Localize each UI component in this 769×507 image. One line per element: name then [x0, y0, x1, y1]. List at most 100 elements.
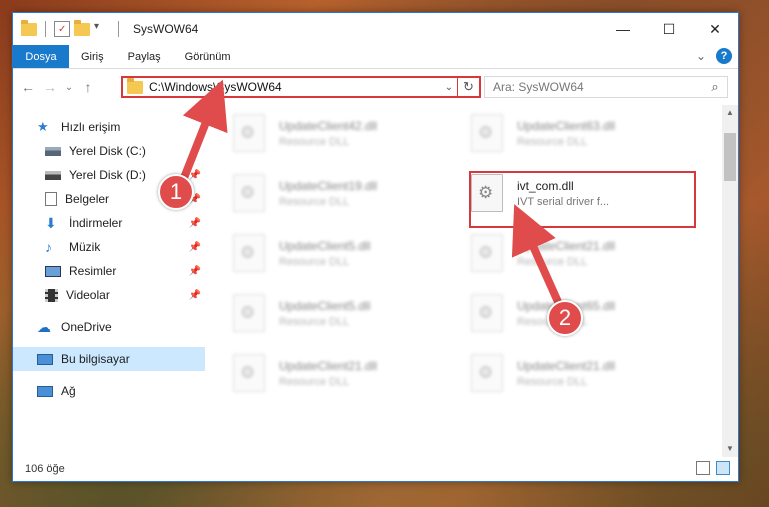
status-bar: 106 öğe [13, 457, 738, 481]
dll-file-icon [471, 354, 503, 392]
sidebar-item-network[interactable]: Ağ [13, 379, 205, 403]
step-badge-1: 1 [158, 174, 194, 210]
sidebar-item-label: Resimler [69, 264, 117, 278]
search-input[interactable]: Ara: SysWOW64 [493, 80, 703, 94]
sidebar-item-music[interactable]: ♪ Müzik 📌 [13, 235, 205, 259]
file-name: UpdateClient5.dll [279, 238, 371, 253]
file-item[interactable]: UpdateClient21.dll Resource DLL [471, 229, 701, 277]
divider [45, 21, 46, 37]
sidebar-item-quick-access[interactable]: ★ Hızlı erişim [13, 115, 205, 139]
scroll-down-icon[interactable]: ▼ [722, 441, 738, 457]
sidebar-item-label: OneDrive [61, 320, 112, 334]
address-dropdown-button[interactable]: ⌄ [441, 82, 457, 93]
pin-icon[interactable]: 📌 [189, 218, 201, 229]
dll-file-icon [471, 234, 503, 272]
download-icon: ⬇ [45, 215, 57, 231]
sidebar-item-onedrive[interactable]: ☁ OneDrive [13, 315, 205, 339]
pin-icon[interactable]: 📌 [189, 290, 201, 301]
ribbon-tabs: Dosya Giriş Paylaş Görünüm ⌄ ? [13, 45, 738, 69]
search-icon[interactable]: ⌕ [703, 79, 727, 95]
file-item[interactable]: UpdateClient19.dll Resource DLL [233, 169, 463, 217]
file-description: Resource DLL [279, 375, 350, 388]
sidebar-item-disk-c[interactable]: Yerel Disk (C:) [13, 139, 205, 163]
divider [118, 21, 119, 37]
details-view-icon[interactable] [696, 461, 710, 475]
back-button[interactable]: ← [17, 79, 39, 95]
expand-ribbon-icon[interactable]: ⌄ [696, 49, 706, 63]
view-toggles [696, 461, 730, 475]
file-description: Resource DLL [279, 195, 350, 208]
file-description: Resource DLL [517, 255, 588, 268]
file-description: Resource DLL [517, 375, 588, 388]
file-name: UpdateClient21.dll [279, 358, 378, 373]
drive-icon [45, 146, 61, 156]
network-icon [37, 385, 53, 397]
tab-view[interactable]: Görünüm [173, 45, 243, 68]
sidebar-item-downloads[interactable]: ⬇ İndirmeler 📌 [13, 211, 205, 235]
file-name: UpdateClient63.dll [517, 118, 616, 133]
explorer-body: ★ Hızlı erişim Yerel Disk (C:) Yerel Dis… [13, 105, 738, 457]
tab-file[interactable]: Dosya [13, 45, 69, 68]
target-file-highlight [469, 171, 696, 228]
step-badge-2: 2 [547, 300, 583, 336]
file-description: Resource DLL [517, 135, 588, 148]
forward-button[interactable]: → [39, 79, 61, 95]
file-description: Resource DLL [279, 315, 350, 328]
vertical-scrollbar[interactable]: ▲ ▼ [722, 105, 738, 457]
scroll-up-icon[interactable]: ▲ [722, 105, 738, 121]
folder-icon [21, 19, 37, 36]
cloud-icon: ☁ [37, 319, 51, 335]
address-path[interactable]: C:\Windows\SysWOW64 [149, 80, 441, 94]
properties-icon[interactable]: ✓ [54, 21, 70, 37]
window-controls: — ☐ ✕ [600, 13, 738, 45]
file-item[interactable]: UpdateClient21.dll Resource DLL [233, 349, 463, 397]
item-count: 106 öğe [25, 463, 65, 475]
refresh-button[interactable]: ↻ [457, 78, 479, 96]
star-icon: ★ [37, 119, 49, 134]
pictures-icon [45, 265, 61, 277]
file-item[interactable]: UpdateClient5.dll Resource DLL [233, 229, 463, 277]
file-description: Resource DLL [279, 135, 350, 148]
file-name: UpdateClient5.dll [279, 298, 371, 313]
dll-file-icon [233, 234, 265, 272]
address-row: ← → ⌄ ↑ C:\Windows\SysWOW64 ⌄ ↻ Ara: Sys… [13, 69, 738, 105]
tab-share[interactable]: Paylaş [116, 45, 173, 68]
recent-locations-button[interactable]: ⌄ [61, 82, 77, 93]
dll-file-icon [471, 114, 503, 152]
up-button[interactable]: ↑ [77, 79, 99, 95]
scroll-thumb[interactable] [724, 133, 736, 181]
sidebar-item-label: Belgeler [65, 192, 110, 206]
large-icons-view-icon[interactable] [716, 461, 730, 475]
sidebar-item-label: Videolar [66, 288, 110, 302]
folder-icon [127, 77, 143, 94]
title-bar: ✓ ▾ SysWOW64 — ☐ ✕ [13, 13, 738, 45]
file-item[interactable]: UpdateClient63.dll Resource DLL [471, 109, 701, 157]
file-item[interactable]: UpdateClient21.dll Resource DLL [471, 349, 701, 397]
computer-icon [37, 353, 53, 365]
sidebar-item-pictures[interactable]: Resimler 📌 [13, 259, 205, 283]
video-icon [45, 288, 58, 302]
pin-icon[interactable]: 📌 [189, 242, 201, 253]
maximize-button[interactable]: ☐ [646, 13, 692, 45]
search-box[interactable]: Ara: SysWOW64 ⌕ [484, 76, 728, 98]
file-item[interactable]: UpdateClient5.dll Resource DLL [233, 289, 463, 337]
help-icon[interactable]: ? [716, 48, 732, 64]
new-folder-icon[interactable] [74, 19, 90, 36]
drive-icon [45, 170, 61, 180]
customize-toolbar-icon[interactable]: ▾ [94, 21, 110, 37]
pin-icon[interactable]: 📌 [189, 170, 201, 181]
file-item[interactable]: UpdateClient65.dllResource DLL [471, 289, 701, 337]
sidebar-item-videos[interactable]: Videolar 📌 [13, 283, 205, 307]
file-name: UpdateClient42.dll [279, 118, 378, 133]
sidebar-item-label: Müzik [69, 240, 101, 254]
music-icon: ♪ [45, 239, 52, 255]
file-item[interactable]: UpdateClient42.dll Resource DLL [233, 109, 463, 157]
file-name: UpdateClient19.dll [279, 178, 378, 193]
pin-icon[interactable]: 📌 [189, 266, 201, 277]
address-bar[interactable]: C:\Windows\SysWOW64 ⌄ ↻ [121, 76, 481, 98]
navigation-pane: ★ Hızlı erişim Yerel Disk (C:) Yerel Dis… [13, 105, 205, 457]
minimize-button[interactable]: — [600, 13, 646, 45]
close-button[interactable]: ✕ [692, 13, 738, 45]
sidebar-item-this-pc[interactable]: Bu bilgisayar [13, 347, 205, 371]
tab-home[interactable]: Giriş [69, 45, 116, 68]
